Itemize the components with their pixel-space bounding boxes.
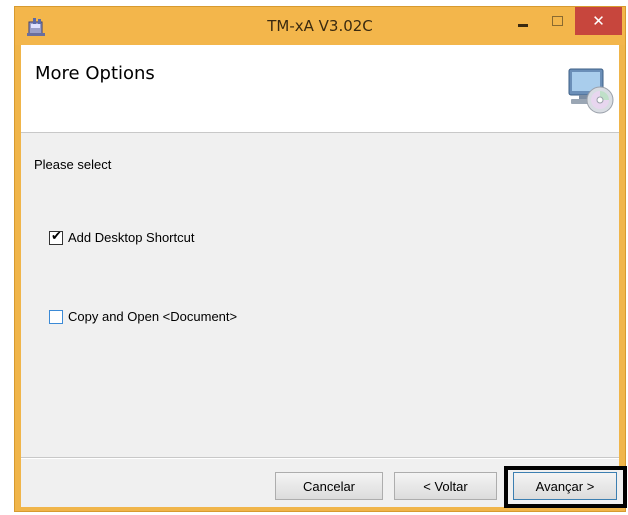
copy-open-document-label[interactable]: Copy and Open <Document> [68,309,237,324]
maximize-button[interactable] [542,7,572,35]
computer-cd-icon [568,68,614,114]
desktop-shortcut-checkbox[interactable]: ✔ [49,228,63,245]
option-add-desktop-shortcut[interactable]: ✔ Add Desktop Shortcut [49,228,194,245]
footer-divider-highlight [21,458,619,459]
checkmark-icon: ✔ [51,228,62,244]
installer-window: TM-xA V3.02C ✕ More Options Please selec… [14,6,627,512]
title-bar[interactable]: TM-xA V3.02C ✕ [15,7,625,45]
back-button[interactable]: < Voltar [394,472,497,500]
next-button[interactable]: Avançar > [513,472,617,500]
minimize-button[interactable] [508,7,538,35]
close-button[interactable]: ✕ [575,7,622,35]
header-panel: More Options [21,45,619,133]
copy-open-document-checkbox[interactable] [49,309,63,324]
dialog-content: More Options Please select ✔ Add Desktop… [21,45,627,508]
instruction-text: Please select [34,157,112,172]
option-copy-open-document[interactable]: Copy and Open <Document> [49,309,237,324]
close-icon: ✕ [592,12,605,30]
minimize-icon [518,23,528,27]
maximize-icon [551,16,563,26]
desktop-shortcut-label[interactable]: Add Desktop Shortcut [68,230,194,245]
page-title: More Options [35,63,155,84]
cancel-button[interactable]: Cancelar [275,472,383,500]
